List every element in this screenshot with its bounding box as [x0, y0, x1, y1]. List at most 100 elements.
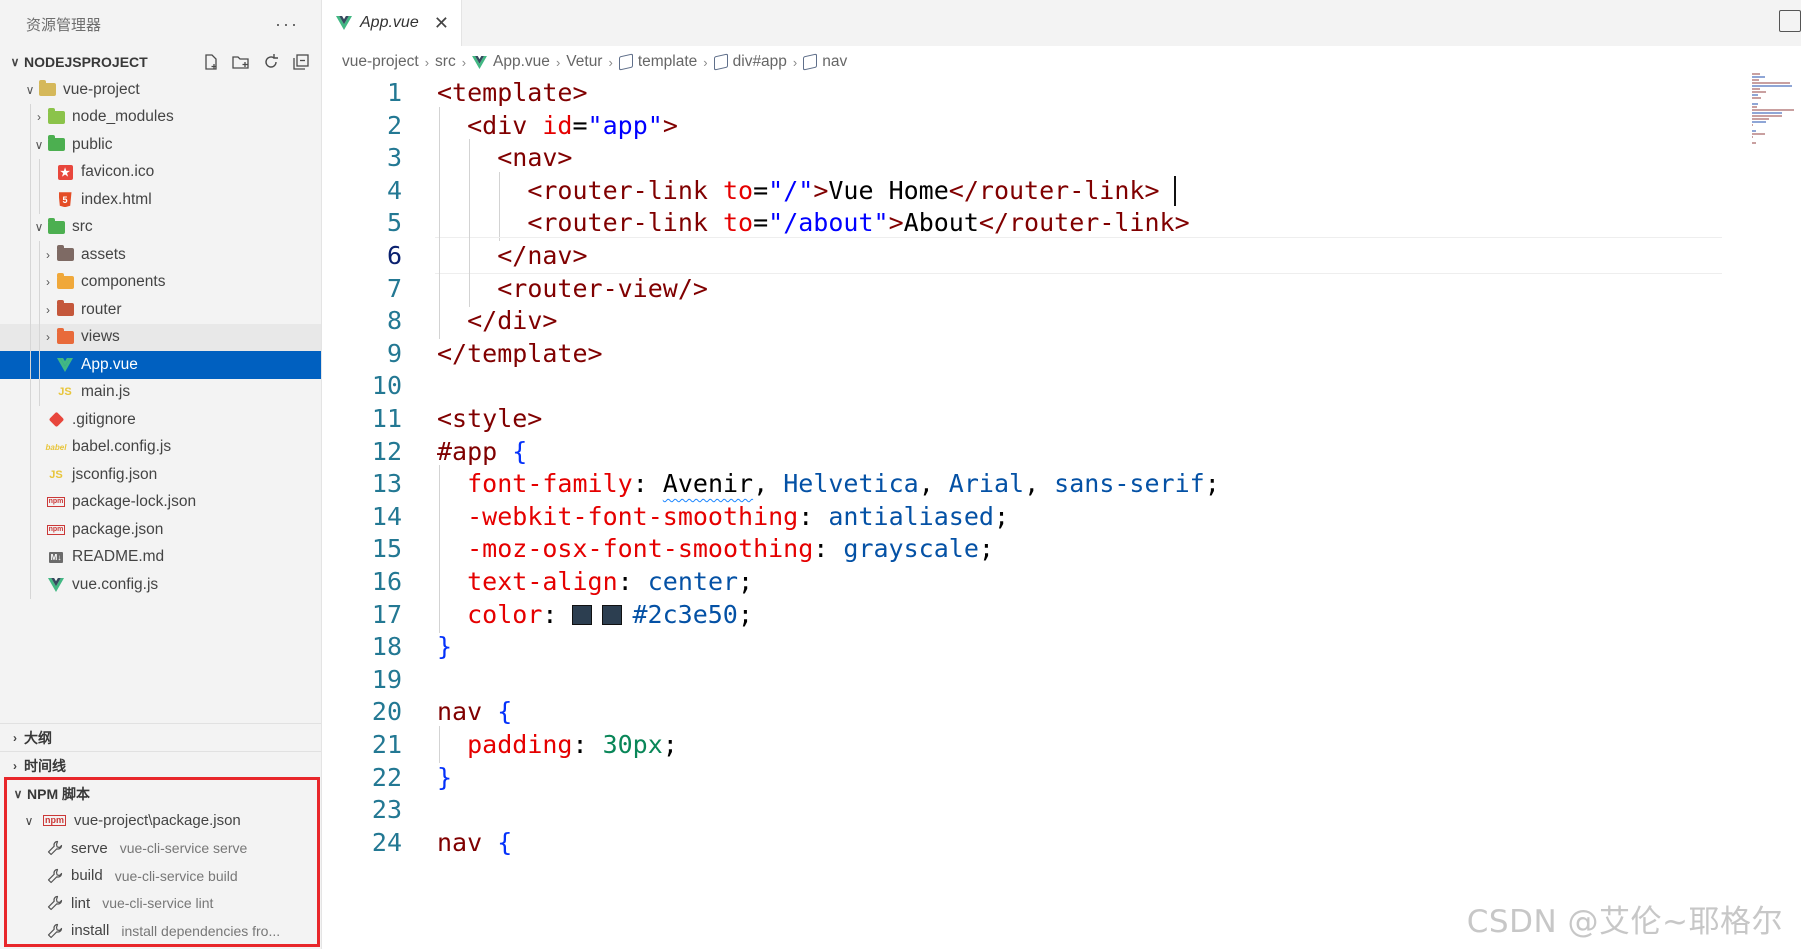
code-line[interactable]: 15 -moz-osx-font-smoothing: grayscale;	[322, 530, 1722, 568]
code-line[interactable]: 14 -webkit-font-smoothing: antialiased;	[322, 497, 1722, 535]
code-line[interactable]: 13 font-family: Avenir, Helvetica, Arial…	[322, 465, 1722, 503]
tree-item[interactable]: ∨ public	[0, 131, 321, 159]
code-line[interactable]: 8 </div>	[322, 302, 1722, 340]
tree-item[interactable]: ›5index.html	[0, 186, 321, 214]
breadcrumb-item[interactable]: nav	[803, 53, 847, 71]
npm-script-command: vue-cli-service build	[114, 867, 238, 884]
code-line[interactable]: 10	[322, 367, 1722, 404]
code-line[interactable]: 7 <router-view/>	[322, 269, 1722, 307]
code-token: "/"	[768, 175, 814, 205]
router-folder-icon	[56, 300, 74, 319]
breadcrumb-separator-icon: ›	[461, 54, 467, 70]
breadcrumb-item[interactable]: Vetur	[566, 53, 602, 71]
code-line[interactable]: 3 <nav>	[322, 139, 1722, 177]
npm-package-item[interactable]: ∨ npm vue-project\package.json	[7, 807, 317, 835]
tree-item[interactable]: ›JSmain.js	[0, 378, 321, 406]
more-actions-icon[interactable]: ···	[275, 14, 299, 35]
close-icon[interactable]: ✕	[434, 13, 449, 34]
npm-script-item[interactable]: lint vue-cli-service lint	[7, 890, 317, 918]
tree-item[interactable]: ›App.vue	[0, 351, 321, 379]
chevron-right-icon: ›	[37, 110, 41, 125]
tree-item[interactable]: ›★favicon.ico	[0, 158, 321, 186]
code-line[interactable]: 20 nav {	[322, 693, 1722, 730]
tree-item[interactable]: ∨ src	[0, 213, 321, 241]
code-line[interactable]: 5 <router-link to="/about">About</router…	[322, 204, 1722, 242]
tree-item[interactable]: › components	[0, 268, 321, 296]
code-token: padding	[467, 730, 573, 759]
code-line[interactable]: 2 <div id="app">	[322, 106, 1722, 144]
minimap[interactable]	[1752, 72, 1797, 144]
breadcrumb-item[interactable]: template	[618, 53, 698, 71]
line-number: 11	[371, 404, 402, 433]
tree-item[interactable]: ›JSjsconfig.json	[0, 461, 321, 489]
tab-app-vue[interactable]: App.vue ✕	[322, 0, 462, 46]
code-token: </nav>	[497, 241, 588, 270]
code-line[interactable]: 12 #app {	[322, 433, 1722, 470]
code-line[interactable]: 21 padding: 30px;	[322, 726, 1722, 763]
tree-item-label: jsconfig.json	[72, 465, 158, 483]
outline-section-header[interactable]: › 大纲	[0, 723, 321, 751]
breadcrumb-item[interactable]: src	[435, 53, 456, 71]
code-line[interactable]: 16 text-align: center;	[322, 563, 1722, 600]
npm-script-name: serve	[71, 839, 108, 857]
code-line[interactable]: 6 </nav>	[322, 237, 1722, 274]
code-line[interactable]: 17 color: #2c3e50;	[322, 595, 1722, 633]
indent-guide	[30, 406, 31, 434]
code-line[interactable]: 22}	[322, 759, 1722, 796]
tree-item-label: App.vue	[81, 355, 138, 373]
code-line[interactable]: 9 </template>	[322, 335, 1722, 372]
code-line[interactable]: 23	[322, 791, 1722, 828]
minimap-line	[1752, 94, 1759, 96]
chevron-down-icon: ∨	[24, 813, 34, 828]
code-area[interactable]: 1 <template> 2 <div id="app"> 3 <nav> 4 <rou…	[322, 76, 1722, 949]
code-line[interactable]: 11 <style>	[322, 400, 1722, 437]
npm-script-item[interactable]: serve vue-cli-service serve	[7, 835, 317, 863]
tree-item[interactable]: ›.gitignore	[0, 406, 321, 434]
code-token: >	[662, 110, 678, 140]
new-file-icon[interactable]	[199, 51, 223, 73]
breadcrumb-item[interactable]: vue-project	[342, 53, 419, 71]
tree-item[interactable]: ∨ vue-project	[0, 76, 321, 104]
indent-guide	[39, 241, 40, 269]
tree-item[interactable]: ›npmpackage.json	[0, 516, 321, 544]
code-text: </template>	[437, 335, 603, 372]
new-folder-icon[interactable]	[229, 51, 253, 73]
breadcrumb-label: template	[637, 53, 698, 70]
breadcrumb-item[interactable]: App.vue	[472, 53, 550, 71]
npm-section-header[interactable]: ∨ NPM 脚本	[7, 780, 317, 807]
line-number: 12	[371, 436, 402, 466]
minimap-line	[1752, 130, 1756, 132]
vue-icon	[56, 356, 74, 374]
tree-item[interactable]: › router	[0, 296, 321, 324]
npm-script-item[interactable]: install install dependencies fro...	[7, 917, 317, 945]
project-section-header[interactable]: ∨ NODEJSPROJECT	[0, 48, 321, 76]
tree-item[interactable]: › assets	[0, 241, 321, 269]
breadcrumb-item[interactable]: div#app	[713, 53, 787, 71]
tree-item[interactable]: › views	[0, 323, 321, 351]
code-text: font-family: Avenir, Helvetica, Arial, s…	[437, 465, 1220, 502]
code-token: center	[647, 567, 739, 596]
tree-item[interactable]: › node_modules	[0, 103, 321, 131]
breadcrumb-label: nav	[822, 53, 848, 70]
chevron-right-icon: ›	[46, 275, 50, 290]
split-editor-icon[interactable]	[1779, 10, 1801, 32]
code-line[interactable]: 4 <router-link to="/">Vue Home</router-l…	[322, 171, 1722, 209]
tree-item-label: public	[72, 135, 113, 153]
indent-guide	[39, 323, 40, 351]
code-line[interactable]: 24 nav {	[322, 824, 1722, 861]
tree-item[interactable]: ›M↓README.md	[0, 543, 321, 571]
code-line[interactable]: 18}	[322, 628, 1722, 665]
code-line[interactable]: 19	[322, 661, 1722, 698]
collapse-all-icon[interactable]	[289, 51, 313, 73]
npm-script-item[interactable]: build vue-cli-service build	[7, 862, 317, 890]
code-text: <nav>	[437, 139, 572, 176]
timeline-section-header[interactable]: › 时间线	[0, 751, 321, 779]
indent-guide	[30, 241, 31, 269]
refresh-icon[interactable]	[259, 51, 283, 73]
tree-item[interactable]: ›babelbabel.config.js	[0, 433, 321, 461]
tree-item[interactable]: ›npmpackage-lock.json	[0, 488, 321, 516]
code-token: :	[813, 534, 844, 564]
minimap-line	[1752, 118, 1769, 120]
tree-item[interactable]: ›vue.config.js	[0, 571, 321, 599]
